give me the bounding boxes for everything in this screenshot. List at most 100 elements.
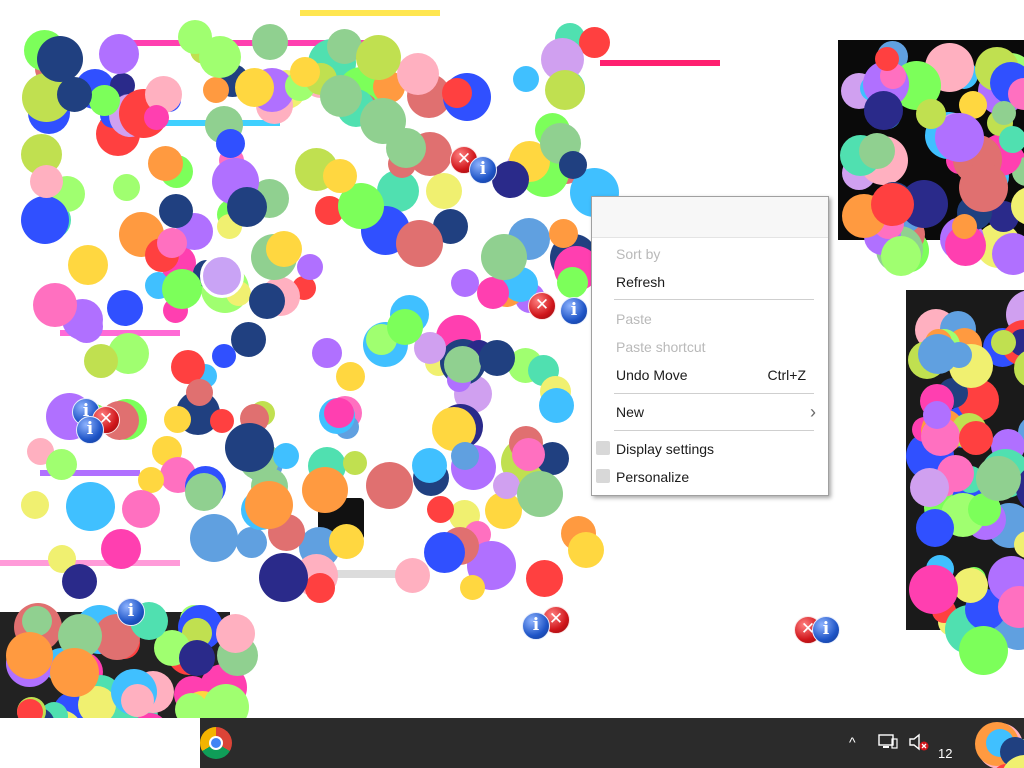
- menu-item-paste-shortcut[interactable]: Paste shortcut: [592, 334, 828, 360]
- wallpaper-dot: [312, 338, 342, 368]
- wallpaper-dot: [918, 334, 958, 374]
- info-icon[interactable]: i: [812, 616, 840, 644]
- taskbar: ^ 12: [0, 718, 1024, 768]
- wallpaper-dot: [320, 75, 362, 117]
- volume-muted-icon[interactable]: [908, 733, 930, 754]
- menu-item-label: Personalize: [616, 469, 690, 485]
- wallpaper-dot: [451, 442, 479, 470]
- wallpaper-dot: [148, 146, 183, 181]
- wallpaper-dot: [6, 632, 53, 679]
- wallpaper-dot: [999, 126, 1024, 153]
- wallpaper-dot: [252, 24, 288, 60]
- wallpaper-dot: [324, 398, 354, 428]
- wallpaper-dot: [212, 344, 236, 368]
- chrome-icon[interactable]: [200, 727, 232, 759]
- menu-view-item[interactable]: [592, 197, 828, 238]
- wallpaper-dot: [557, 267, 588, 298]
- wallpaper-dot: [512, 438, 545, 471]
- wallpaper-dot: [479, 340, 515, 376]
- wallpaper-dot: [460, 575, 485, 600]
- wallpaper-dot: [70, 310, 103, 343]
- wallpaper-dot: [62, 564, 97, 599]
- wallpaper-dot: [959, 163, 1008, 212]
- menu-item-shortcut: Ctrl+Z: [767, 367, 807, 383]
- wallpaper-dot: [227, 187, 267, 227]
- wallpaper-dot: [164, 406, 191, 433]
- menu-item-label: New: [616, 404, 645, 420]
- menu-item-label: Sort by: [616, 246, 661, 262]
- wallpaper-dot: [179, 640, 215, 676]
- wallpaper-dot: [46, 449, 77, 480]
- wallpaper-dot: [513, 66, 539, 92]
- wallpaper-dot: [424, 532, 465, 573]
- wallpaper-dot: [185, 473, 223, 511]
- taskbar-wallpaper-bleed: [0, 718, 200, 768]
- wallpaper-dot: [68, 245, 108, 285]
- wallpaper-dot: [343, 451, 367, 475]
- app-shortcut-icon[interactable]: [200, 254, 244, 298]
- wallpaper-dot: [991, 330, 1016, 355]
- wallpaper-dot: [30, 165, 63, 198]
- menu-item-label: Refresh: [616, 274, 666, 290]
- wallpaper-dot: [273, 443, 299, 469]
- wallpaper-dot: [396, 220, 443, 267]
- taskbar-wallpaper-bleed: [958, 718, 1024, 768]
- wallpaper-dot: [559, 151, 587, 179]
- desktop-background[interactable]: [0, 0, 1024, 718]
- wallpaper-dot: [959, 626, 1008, 675]
- menu-item-label: Paste shortcut: [616, 339, 706, 355]
- wallpaper-dot: [249, 283, 285, 319]
- wallpaper-dot: [492, 161, 529, 198]
- wallpaper-dot: [336, 362, 365, 391]
- wallpaper-dot: [144, 105, 169, 130]
- wallpaper-dot: [203, 77, 229, 103]
- wallpaper-dot: [122, 490, 160, 528]
- menu-item-display-settings[interactable]: Display settings: [592, 436, 828, 462]
- wallpaper-dot: [210, 409, 234, 433]
- wallpaper-dot: [266, 231, 302, 267]
- wallpaper-dot: [360, 98, 406, 144]
- menu-item-new[interactable]: New ›: [592, 399, 828, 425]
- wallpaper-dot: [21, 491, 49, 519]
- wallpaper-dot: [875, 47, 899, 71]
- tray-overflow-chevron-icon[interactable]: ^: [849, 734, 856, 750]
- glitch-strip: [300, 10, 440, 16]
- wallpaper-dot: [871, 183, 914, 226]
- wallpaper-dot: [959, 421, 993, 455]
- info-icon[interactable]: i: [560, 297, 588, 325]
- wallpaper-dot: [57, 77, 92, 112]
- menu-separator: [614, 393, 814, 394]
- wallpaper-dot: [290, 57, 320, 87]
- wallpaper-dot: [517, 471, 563, 517]
- wallpaper-dot: [190, 514, 238, 562]
- wallpaper-dot: [33, 283, 77, 327]
- network-icon[interactable]: [878, 734, 898, 753]
- wallpaper-dot: [397, 53, 439, 95]
- menu-item-refresh[interactable]: Refresh: [592, 269, 828, 295]
- wallpaper-dot: [66, 482, 115, 531]
- menu-item-paste[interactable]: Paste: [592, 306, 828, 332]
- wallpaper-dot: [356, 35, 401, 80]
- menu-item-undo-move[interactable]: Undo Move Ctrl+Z: [592, 362, 828, 388]
- glitch-strip: [600, 60, 720, 66]
- wallpaper-dot: [412, 448, 447, 483]
- error-icon[interactable]: ✕: [528, 292, 556, 320]
- menu-item-sort-by[interactable]: Sort by: [592, 241, 828, 267]
- wallpaper-dot: [259, 553, 308, 602]
- info-icon[interactable]: i: [522, 612, 550, 640]
- wallpaper-dot: [17, 699, 43, 718]
- wallpaper-dot: [236, 527, 267, 558]
- glitch-strip: [0, 560, 180, 566]
- personalize-icon: [596, 469, 610, 483]
- wallpaper-dot: [539, 388, 574, 423]
- menu-item-personalize[interactable]: Personalize: [592, 464, 828, 490]
- info-icon[interactable]: i: [469, 156, 497, 184]
- info-icon[interactable]: i: [117, 598, 145, 626]
- wallpaper-dot: [186, 379, 213, 406]
- tray-clock[interactable]: 12: [938, 746, 952, 761]
- info-icon[interactable]: i: [76, 416, 104, 444]
- wallpaper-dot: [545, 70, 585, 110]
- wallpaper-dot: [952, 214, 977, 239]
- wallpaper-dot: [526, 560, 563, 597]
- wallpaper-dot: [549, 219, 578, 248]
